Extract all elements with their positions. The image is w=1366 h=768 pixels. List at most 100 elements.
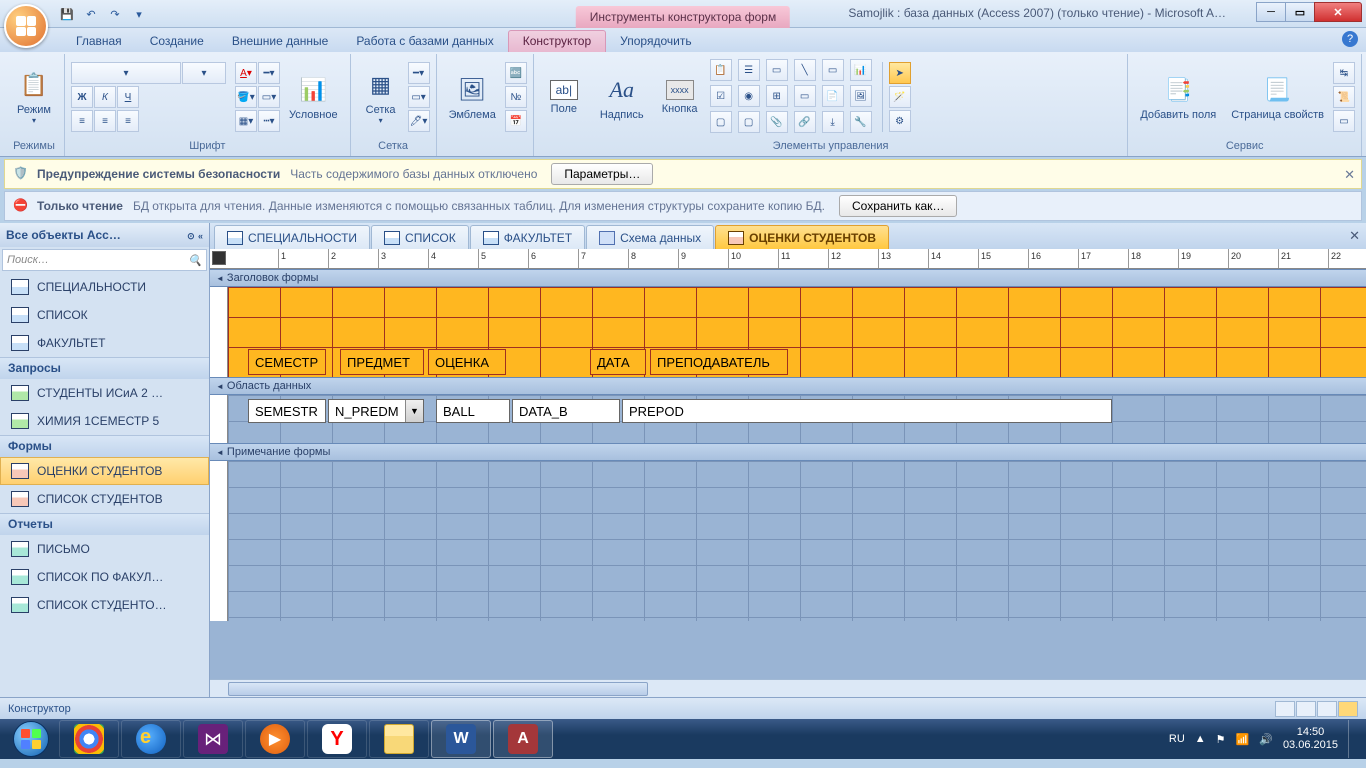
tray-action-icon[interactable]: ⚑ — [1216, 733, 1226, 746]
underline-button[interactable]: Ч — [117, 86, 139, 108]
tab-database[interactable]: Работа с базами данных — [342, 31, 507, 52]
bold-button[interactable]: Ж — [71, 86, 93, 108]
title-button[interactable]: 🔤 — [505, 62, 527, 84]
nav-item-form[interactable]: ОЦЕНКИ СТУДЕНТОВ — [0, 457, 209, 485]
gridlines-button[interactable]: ▦Сетка▾ — [357, 57, 405, 137]
undo-icon[interactable]: ↶ — [80, 4, 102, 24]
clock[interactable]: 14:5003.06.2015 — [1283, 726, 1338, 752]
vertical-ruler[interactable] — [210, 395, 228, 443]
form-view-button[interactable] — [1275, 701, 1295, 717]
view-button[interactable]: 📋Режим▾ — [10, 57, 58, 137]
linestyle-button[interactable]: ┅▾ — [258, 110, 280, 132]
grid-color-button[interactable]: 🖊▾ — [408, 110, 430, 132]
pagebreak-icon[interactable]: ⤓ — [822, 111, 844, 133]
tab-external[interactable]: Внешние данные — [218, 31, 343, 52]
doc-tab[interactable]: Схема данных — [586, 225, 714, 249]
form-label[interactable]: ОЦЕНКА — [428, 349, 506, 375]
propsheet-button[interactable]: 📃Страница свойств — [1225, 57, 1330, 137]
layout-view-button[interactable] — [1317, 701, 1337, 717]
nav-category-queries[interactable]: Запросы — [0, 357, 209, 379]
attach-icon[interactable]: 📎 — [766, 111, 788, 133]
form-label[interactable]: ДАТА — [590, 349, 646, 375]
page-icon[interactable]: 📄 — [822, 85, 844, 107]
help-icon[interactable]: ? — [1342, 31, 1358, 47]
altcolor-button[interactable]: ▦▾ — [235, 110, 257, 132]
nav-item-table[interactable]: СПИСОК — [0, 301, 209, 329]
image-icon[interactable]: 🖼 — [850, 85, 872, 107]
form-label[interactable]: СЕМЕСТР — [248, 349, 326, 375]
textbox-button[interactable]: ab|Поле — [540, 57, 588, 137]
minimize-button[interactable]: ─ — [1256, 2, 1286, 22]
close-icon[interactable]: ✕ — [1349, 228, 1360, 244]
select-all-box[interactable] — [212, 251, 226, 265]
nav-item-query[interactable]: ХИМИЯ 1СЕМЕСТР 5 — [0, 407, 209, 435]
design-view-button[interactable] — [1338, 701, 1358, 717]
tab-create[interactable]: Создание — [136, 31, 218, 52]
nav-item-report[interactable]: СПИСОК ПО ФАКУЛ… — [0, 563, 209, 591]
task-yandex[interactable]: Y — [307, 720, 367, 758]
vertical-ruler[interactable] — [210, 287, 228, 377]
form-field[interactable]: BALL — [436, 399, 510, 423]
fontsize-selector[interactable]: ▾ — [182, 62, 226, 84]
tray-volume-icon[interactable]: 🔊 — [1259, 733, 1273, 746]
close-button[interactable]: ✕ — [1314, 2, 1362, 22]
qat-more-icon[interactable]: ▾ — [128, 4, 150, 24]
grid-style-button[interactable]: ▭▾ — [408, 86, 430, 108]
nav-search-input[interactable]: Поиск…🔍 — [2, 249, 207, 271]
fillcolor-button[interactable]: 🪣▾ — [235, 86, 257, 108]
tab-arrange[interactable]: Упорядочить — [606, 31, 705, 52]
task-word[interactable]: W — [431, 720, 491, 758]
taborder-button[interactable]: ↹ — [1333, 62, 1355, 84]
addfields-button[interactable]: 📑Добавить поля — [1134, 57, 1222, 137]
toggle-icon[interactable]: ⊞ — [766, 85, 788, 107]
form-field[interactable]: SEMESTR — [248, 399, 326, 423]
tab-home[interactable]: Главная — [62, 31, 136, 52]
nav-item-report[interactable]: ПИСЬМО — [0, 535, 209, 563]
fontcolor-button[interactable]: A▾ — [235, 62, 257, 84]
tab-icon[interactable]: ▭ — [794, 85, 816, 107]
maximize-button[interactable]: ▭ — [1285, 2, 1315, 22]
form-field[interactable]: DATA_B — [512, 399, 620, 423]
form-label[interactable]: ПРЕДМЕТ — [340, 349, 424, 375]
subform-icon[interactable]: ▭ — [766, 59, 788, 81]
align-left-button[interactable]: ≡ — [71, 110, 93, 132]
more-controls-icon[interactable]: 🔧 — [850, 111, 872, 133]
form-header-section[interactable]: СЕМЕСТРПРЕДМЕТОЦЕНКАДАТАПРЕПОДАВАТЕЛЬ — [210, 287, 1366, 377]
italic-button[interactable]: К — [94, 86, 116, 108]
label-button[interactable]: AaНадпись — [594, 57, 650, 137]
align-center-button[interactable]: ≡ — [94, 110, 116, 132]
start-button[interactable] — [4, 719, 58, 759]
nav-item-table[interactable]: ФАКУЛЬТЕТ — [0, 329, 209, 357]
doc-tab[interactable]: СПИСОК — [371, 225, 469, 249]
task-access[interactable]: A — [493, 720, 553, 758]
pagenum-button[interactable]: № — [505, 86, 527, 108]
chart-icon[interactable]: 📊 — [850, 59, 872, 81]
line-icon[interactable]: ╲ — [794, 59, 816, 81]
task-ie[interactable]: e — [121, 720, 181, 758]
doc-tab-active[interactable]: ОЦЕНКИ СТУДЕНТОВ — [715, 225, 889, 249]
redo-icon[interactable]: ↷ — [104, 4, 126, 24]
combobox-icon[interactable]: 📋 — [710, 59, 732, 81]
code-button[interactable]: 📜 — [1333, 86, 1355, 108]
option-icon[interactable]: ◉ — [738, 85, 760, 107]
font-selector[interactable]: ▾ — [71, 62, 181, 84]
horizontal-scrollbar[interactable] — [210, 679, 1366, 697]
datasheet-view-button[interactable] — [1296, 701, 1316, 717]
office-button[interactable] — [4, 4, 48, 48]
language-indicator[interactable]: RU — [1169, 733, 1185, 745]
nav-item-table[interactable]: СПЕЦИАЛЬНОСТИ — [0, 273, 209, 301]
rect-icon[interactable]: ▭ — [822, 59, 844, 81]
align-right-button[interactable]: ≡ — [117, 110, 139, 132]
task-explorer[interactable] — [369, 720, 429, 758]
logo-button[interactable]: 🖼Эмблема — [443, 57, 502, 137]
nav-header[interactable]: Все объекты Acc…⊙ « — [0, 223, 209, 247]
vertical-ruler[interactable] — [210, 461, 228, 621]
nav-item-report[interactable]: СПИСОК СТУДЕНТО… — [0, 591, 209, 619]
hyperlink-icon[interactable]: 🔗 — [794, 111, 816, 133]
activex-button[interactable]: ⚙ — [889, 110, 911, 132]
task-chrome[interactable] — [59, 720, 119, 758]
tray-network-icon[interactable]: 📶 — [1236, 733, 1250, 746]
tray-flag-icon[interactable]: ▲ — [1195, 733, 1206, 745]
save-icon[interactable]: 💾 — [56, 4, 78, 24]
chevron-down-icon[interactable]: ▼ — [405, 400, 423, 422]
